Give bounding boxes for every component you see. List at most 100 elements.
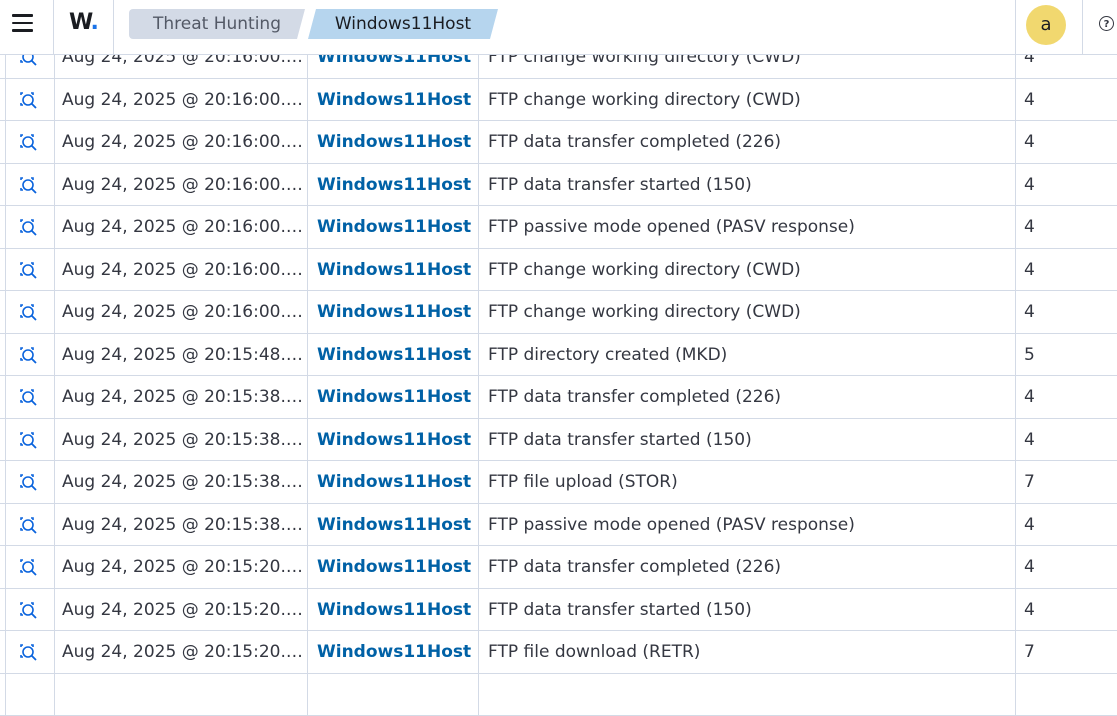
timestamp-cell: Aug 24, 2025 @ 20:16:00.0... bbox=[54, 121, 308, 163]
table-row: Aug 24, 2025 @ 20:16:00.0...Windows11Hos… bbox=[0, 79, 1117, 122]
rule-level-cell: 4 bbox=[1017, 419, 1117, 461]
inspect-button[interactable] bbox=[5, 674, 55, 716]
rule-description-cell bbox=[480, 674, 1016, 716]
rule-level-cell: 4 bbox=[1017, 376, 1117, 418]
agent-name-link[interactable] bbox=[309, 674, 479, 716]
rule-description-cell: FTP passive mode opened (PASV response) bbox=[480, 504, 1016, 546]
agent-name-link[interactable]: Windows11Host bbox=[309, 79, 479, 121]
rule-description-cell: FTP directory created (MKD) bbox=[480, 334, 1016, 376]
rule-level-cell: 7 bbox=[1017, 461, 1117, 503]
inspect-button[interactable] bbox=[5, 334, 55, 376]
agent-name-link[interactable]: Windows11Host bbox=[309, 631, 479, 673]
rule-description-cell: FTP data transfer completed (226) bbox=[480, 121, 1016, 163]
rule-level-cell: 4 bbox=[1017, 79, 1117, 121]
agent-name-link[interactable]: Windows11Host bbox=[309, 334, 479, 376]
rule-level-cell: 4 bbox=[1017, 206, 1117, 248]
inspect-button[interactable] bbox=[5, 504, 55, 546]
table-row: Aug 24, 2025 @ 20:16:00.0...Windows11Hos… bbox=[0, 291, 1117, 334]
table-row bbox=[0, 674, 1117, 716]
inspect-button[interactable] bbox=[5, 546, 55, 588]
rule-description-cell: FTP change working directory (CWD) bbox=[480, 249, 1016, 291]
inspect-button[interactable] bbox=[5, 121, 55, 163]
rule-level-cell: 4 bbox=[1017, 504, 1117, 546]
rule-level-cell: 4 bbox=[1017, 589, 1117, 631]
inspect-button[interactable] bbox=[5, 164, 55, 206]
timestamp-cell: Aug 24, 2025 @ 20:15:38.0... bbox=[54, 504, 308, 546]
timestamp-cell: Aug 24, 2025 @ 20:16:00.0... bbox=[54, 206, 308, 248]
inspect-button[interactable] bbox=[5, 461, 55, 503]
agent-name-link[interactable]: Windows11Host bbox=[309, 419, 479, 461]
divider bbox=[53, 0, 54, 54]
divider bbox=[1015, 0, 1016, 54]
rule-description-cell: FTP change working directory (CWD) bbox=[480, 291, 1016, 333]
agent-name-link[interactable]: Windows11Host bbox=[309, 206, 479, 248]
timestamp-cell: Aug 24, 2025 @ 20:16:00.0... bbox=[54, 291, 308, 333]
inspect-icon bbox=[18, 601, 40, 621]
table-row: Aug 24, 2025 @ 20:15:20.0...Windows11Hos… bbox=[0, 589, 1117, 632]
breadcrumb-threat-hunting[interactable]: Threat Hunting bbox=[129, 9, 305, 39]
rule-level-cell: 4 bbox=[1017, 546, 1117, 588]
timestamp-cell: Aug 24, 2025 @ 20:16:00.0... bbox=[54, 164, 308, 206]
timestamp-cell: Aug 24, 2025 @ 20:15:38.0... bbox=[54, 461, 308, 503]
inspect-icon bbox=[18, 218, 40, 238]
inspect-button[interactable] bbox=[5, 79, 55, 121]
rule-description-cell: FTP data transfer completed (226) bbox=[480, 546, 1016, 588]
inspect-button[interactable] bbox=[5, 291, 55, 333]
rule-level-cell bbox=[1017, 674, 1117, 716]
inspect-button[interactable] bbox=[5, 419, 55, 461]
timestamp-cell: Aug 24, 2025 @ 20:15:48.0... bbox=[54, 334, 308, 376]
divider bbox=[113, 0, 114, 54]
table-row: Aug 24, 2025 @ 20:16:00.0...Windows11Hos… bbox=[0, 121, 1117, 164]
timestamp-cell: Aug 24, 2025 @ 20:15:20.0... bbox=[54, 546, 308, 588]
rule-description-cell: FTP data transfer started (150) bbox=[480, 589, 1016, 631]
agent-name-link[interactable]: Windows11Host bbox=[309, 164, 479, 206]
inspect-icon bbox=[18, 558, 40, 578]
timestamp-cell: Aug 24, 2025 @ 20:15:20.0... bbox=[54, 631, 308, 673]
rule-level-cell: 4 bbox=[1017, 249, 1117, 291]
table-row: Aug 24, 2025 @ 20:16:00.0...Windows11Hos… bbox=[0, 164, 1117, 207]
agent-name-link[interactable]: Windows11Host bbox=[309, 249, 479, 291]
rule-description-cell: FTP file download (RETR) bbox=[480, 631, 1016, 673]
inspect-button[interactable] bbox=[5, 206, 55, 248]
inspect-button[interactable] bbox=[5, 249, 55, 291]
avatar[interactable]: a bbox=[1026, 5, 1066, 45]
table-row: Aug 24, 2025 @ 20:15:20.0...Windows11Hos… bbox=[0, 546, 1117, 589]
table-row: Aug 24, 2025 @ 20:15:38.0...Windows11Hos… bbox=[0, 376, 1117, 419]
inspect-button[interactable] bbox=[5, 376, 55, 418]
rule-description-cell: FTP data transfer completed (226) bbox=[480, 376, 1016, 418]
agent-name-link[interactable]: Windows11Host bbox=[309, 589, 479, 631]
inspect-icon bbox=[18, 643, 40, 663]
breadcrumb-host[interactable]: Windows11Host bbox=[308, 9, 498, 39]
agent-name-link[interactable]: Windows11Host bbox=[309, 504, 479, 546]
inspect-icon bbox=[18, 431, 40, 451]
timestamp-cell bbox=[54, 674, 308, 716]
inspect-icon bbox=[18, 91, 40, 111]
timestamp-cell: Aug 24, 2025 @ 20:16:00.0... bbox=[54, 79, 308, 121]
rule-level-cell: 4 bbox=[1017, 164, 1117, 206]
rule-description-cell: FTP change working directory (CWD) bbox=[480, 79, 1016, 121]
inspect-button[interactable] bbox=[5, 589, 55, 631]
table-row: Aug 24, 2025 @ 20:15:38.0...Windows11Hos… bbox=[0, 419, 1117, 462]
menu-icon[interactable] bbox=[12, 14, 35, 34]
table-row: Aug 24, 2025 @ 20:15:38.0...Windows11Hos… bbox=[0, 504, 1117, 547]
rule-level-cell: 7 bbox=[1017, 631, 1117, 673]
agent-name-link[interactable]: Windows11Host bbox=[309, 121, 479, 163]
inspect-icon bbox=[18, 473, 40, 493]
agent-name-link[interactable]: Windows11Host bbox=[309, 461, 479, 503]
agent-name-link[interactable]: Windows11Host bbox=[309, 376, 479, 418]
timestamp-cell: Aug 24, 2025 @ 20:15:38.0... bbox=[54, 376, 308, 418]
timestamp-cell: Aug 24, 2025 @ 20:16:00.0... bbox=[54, 249, 308, 291]
agent-name-link[interactable]: Windows11Host bbox=[309, 291, 479, 333]
inspect-icon bbox=[18, 516, 40, 536]
rule-description-cell: FTP data transfer started (150) bbox=[480, 419, 1016, 461]
inspect-button[interactable] bbox=[5, 631, 55, 673]
logo-dot: . bbox=[90, 10, 97, 35]
agent-name-link[interactable]: Windows11Host bbox=[309, 546, 479, 588]
logo-letter: W bbox=[69, 10, 90, 35]
app-logo[interactable]: W. bbox=[69, 10, 98, 35]
inspect-icon bbox=[18, 261, 40, 281]
inspect-icon bbox=[18, 176, 40, 196]
help-icon[interactable]: ? bbox=[1099, 16, 1114, 31]
rule-level-cell: 5 bbox=[1017, 334, 1117, 376]
timestamp-cell: Aug 24, 2025 @ 20:15:38.0... bbox=[54, 419, 308, 461]
